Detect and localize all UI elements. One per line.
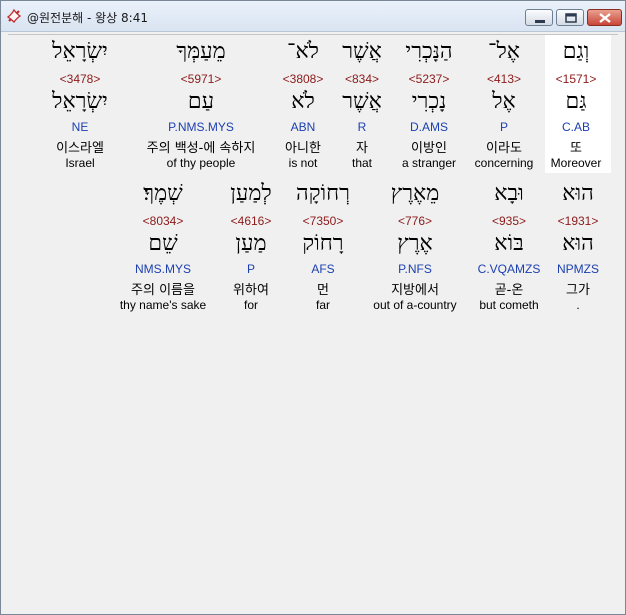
word-korean: 또 — [570, 141, 582, 156]
minimize-button[interactable] — [525, 9, 553, 26]
strong-number[interactable]: <1931> — [518, 214, 626, 228]
word-hebrew: הוּא — [562, 181, 594, 206]
word-hebrew: וְגַם — [562, 39, 590, 64]
word-english: Moreover — [550, 156, 602, 170]
window-title: @원전분해 - 왕상 8:41 — [27, 11, 148, 25]
word-english: . — [576, 298, 580, 312]
word-parsing: C.AB — [561, 120, 590, 134]
app-window: @원전분해 - 왕상 8:41 יִשְׂרָאֵל <3478> יִשְׂר… — [0, 0, 626, 615]
restore-icon — [565, 13, 577, 23]
word-lemma: הוּא — [562, 231, 594, 256]
word-english: Israel — [65, 156, 95, 170]
analysis-area: יִשְׂרָאֵל <3478> יִשְׂרָאֵל NE 이스라엘 Isr… — [8, 34, 618, 611]
close-button[interactable] — [587, 9, 622, 26]
word-lemma: גַּם — [565, 89, 587, 114]
minimize-icon — [535, 20, 545, 23]
word-parsing: NE — [71, 120, 89, 134]
close-icon — [599, 13, 611, 23]
word-parsing: NPMZS — [557, 262, 599, 276]
strong-number[interactable]: <3478> — [20, 72, 140, 86]
app-icon — [6, 8, 22, 24]
title-bar: @원전분해 - 왕상 8:41 — [1, 1, 625, 32]
maximize-button[interactable] — [556, 9, 584, 26]
word-korean: 그가 — [566, 283, 590, 298]
strong-number[interactable]: <1571> — [516, 72, 626, 86]
word-korean: 이스라엘 — [56, 141, 104, 156]
word-hebrew: יִשְׂרָאֵל — [52, 39, 108, 64]
word-lemma: יִשְׂרָאֵל — [52, 89, 108, 114]
